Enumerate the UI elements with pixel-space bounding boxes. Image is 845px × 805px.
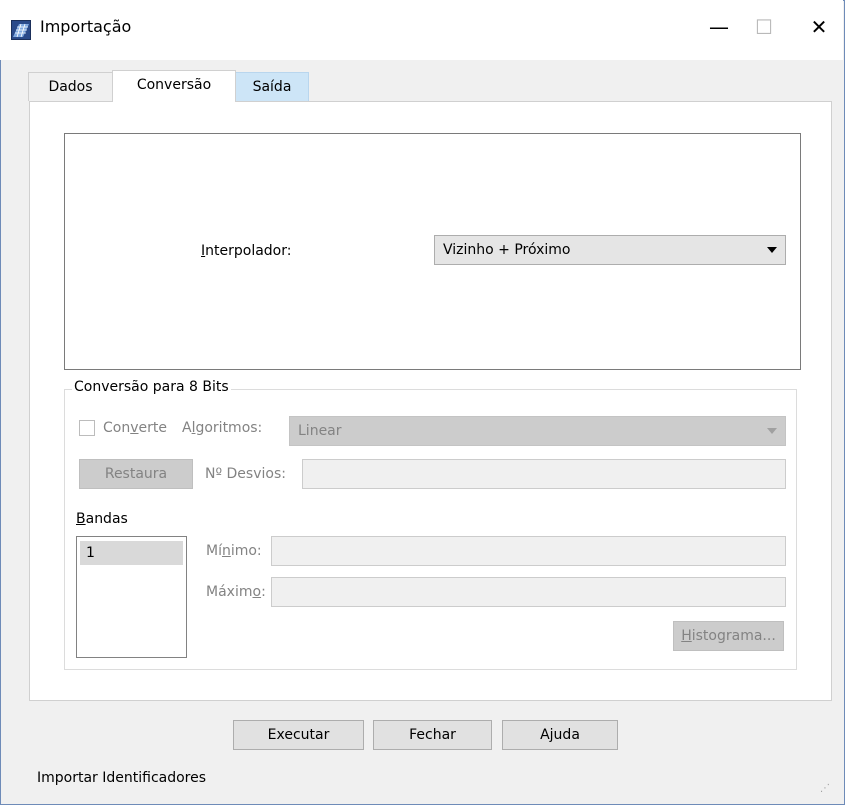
fechar-label: Fechar <box>409 727 456 743</box>
resize-grip-icon[interactable]: ⋰ <box>820 783 830 794</box>
bandas-list[interactable]: 1 <box>76 536 187 658</box>
executar-button[interactable]: Executar <box>233 720 364 750</box>
title-bar: Importação — ☐ ✕ <box>0 0 843 60</box>
list-item[interactable]: 1 <box>80 541 183 565</box>
algoritmos-label: Algoritmos: <box>182 420 263 436</box>
histograma-button[interactable]: Histograma... <box>673 621 784 651</box>
tab-saida[interactable]: Saída <box>235 72 309 101</box>
close-button[interactable]: ✕ <box>797 12 841 42</box>
converte-checkbox[interactable] <box>79 420 95 436</box>
interpolador-value: Vizinho + Próximo <box>443 242 571 258</box>
executar-label: Executar <box>267 727 330 743</box>
group-title: Conversão para 8 Bits <box>72 379 231 395</box>
maximo-field[interactable] <box>271 577 786 607</box>
histograma-label: Histograma... <box>681 628 776 644</box>
minimo-label: Mínimo: <box>206 543 262 559</box>
ajuda-label: Ajuda <box>540 727 580 743</box>
tab-label: Dados <box>48 79 93 95</box>
minimo-field[interactable] <box>271 536 786 566</box>
maximo-label: Máximo: <box>206 584 266 600</box>
fechar-button[interactable]: Fechar <box>373 720 492 750</box>
tab-conversao[interactable]: Conversão <box>112 70 236 102</box>
algoritmos-value: Linear <box>298 423 342 439</box>
tab-label: Saída <box>252 79 292 95</box>
ajuda-button[interactable]: Ajuda <box>502 720 618 750</box>
window-title: Importação <box>40 17 132 36</box>
converte-label: Converte <box>103 420 167 436</box>
algoritmos-select[interactable]: Linear <box>289 416 786 446</box>
chevron-down-icon <box>767 247 777 253</box>
app-icon <box>11 20 31 40</box>
desvios-field[interactable] <box>302 459 786 489</box>
bandas-label: Bandas <box>76 511 128 527</box>
chevron-down-icon <box>767 428 777 434</box>
tab-dados[interactable]: Dados <box>28 72 113 101</box>
close-icon: ✕ <box>810 15 828 39</box>
interpolador-label: Interpolador: <box>201 243 292 259</box>
desvios-label: Nº Desvios: <box>205 466 286 482</box>
maximize-button: ☐ <box>742 12 786 42</box>
minimize-button[interactable]: — <box>697 12 741 42</box>
restaura-label: Restaura <box>104 466 168 482</box>
status-text: Importar Identificadores <box>37 770 207 786</box>
minimize-icon: — <box>709 15 729 39</box>
interpolador-select[interactable]: Vizinho + Próximo <box>434 235 786 265</box>
maximize-icon: ☐ <box>755 15 773 39</box>
restaura-button[interactable]: Restaura <box>79 459 193 489</box>
tab-label: Conversão <box>136 77 212 93</box>
